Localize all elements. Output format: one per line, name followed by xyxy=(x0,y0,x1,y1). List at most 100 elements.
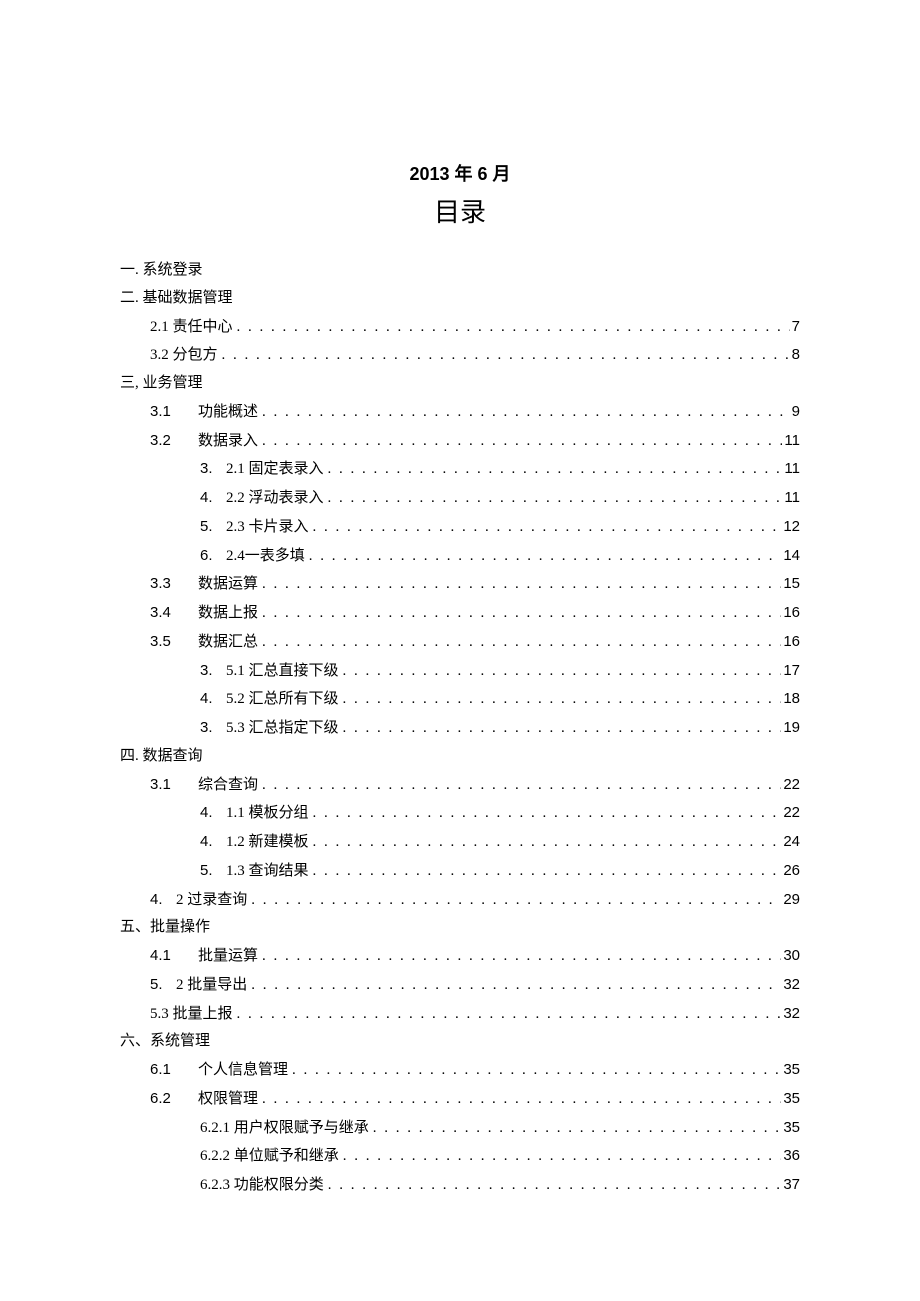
toc-entry: 3.4数据上报 16 xyxy=(120,599,800,628)
toc-entry-number: 6.2 xyxy=(150,1085,198,1113)
toc-entry: 5.3 批量上报32 xyxy=(120,1000,800,1029)
toc-entry-number: 5. xyxy=(200,857,226,885)
toc-entry: 3.2数据录入11 xyxy=(120,427,800,456)
toc-entry: 5.2.3 卡片录入12 xyxy=(120,513,800,542)
toc-entry-label: 3.2 分包方 xyxy=(150,342,218,370)
toc-entry-label: 四. 数据查询 xyxy=(120,743,203,771)
toc-entry: 3.2.1 固定表录入 11 xyxy=(120,455,800,484)
toc-entry-label: 6.2.3 功能权限分类 xyxy=(200,1172,324,1200)
toc-entry-label: 批量运算 xyxy=(198,943,258,971)
toc-entry-label: 5.3 汇总指定下级 xyxy=(226,715,339,743)
toc-entry: 4.1批量运算 30 xyxy=(120,942,800,971)
toc-leader-dots xyxy=(288,1057,781,1085)
toc-entry-label: 2.1 固定表录入 xyxy=(226,456,324,484)
toc-entry: 6.2.1 用户权限赋予与继承35 xyxy=(120,1114,800,1143)
toc-entry-page: 19 xyxy=(781,714,800,742)
toc-entry-number: 3.4 xyxy=(150,599,198,627)
toc-entry: 三, 业务管理 xyxy=(120,370,800,398)
toc-leader-dots xyxy=(324,456,783,484)
toc-entry: 4.1.1 模板分组22 xyxy=(120,799,800,828)
toc-entry-number: 3.1 xyxy=(150,771,198,799)
toc-leader-dots xyxy=(218,342,790,370)
header: 2013 年 6 月 目录 xyxy=(120,160,800,229)
toc-entry-page: 37 xyxy=(781,1171,800,1199)
toc-leader-dots xyxy=(233,314,790,342)
toc-leader-dots xyxy=(309,800,782,828)
toc-entry-label: 1.3 查询结果 xyxy=(226,858,309,886)
toc-entry-page: 16 xyxy=(781,628,800,656)
toc-entry: 5.2 批量导出32 xyxy=(120,971,800,1000)
toc-entry-label: 5.3 批量上报 xyxy=(150,1001,233,1029)
toc-leader-dots xyxy=(309,514,782,542)
toc-leader-dots xyxy=(324,1172,782,1200)
toc-leader-dots xyxy=(247,972,781,1000)
toc-entry-number: 3.1 xyxy=(150,398,198,426)
toc-entry-label: 2 过录查询 xyxy=(176,887,247,915)
toc-entry: 6.2.2 单位赋予和继承36 xyxy=(120,1142,800,1171)
toc-entry: 3.2 分包方 8 xyxy=(120,341,800,370)
toc-entry: 二. 基础数据管理 xyxy=(120,285,800,313)
toc-leader-dots xyxy=(258,571,781,599)
toc-entry-label: 2 批量导出 xyxy=(176,972,247,1000)
toc-entry-page: 7 xyxy=(790,313,800,341)
toc-entry-label: 6.2.1 用户权限赋予与继承 xyxy=(200,1115,369,1143)
toc-entry: 4.2 过录查询29 xyxy=(120,886,800,915)
toc-leader-dots xyxy=(258,629,781,657)
toc-entry-page: 24 xyxy=(781,828,800,856)
toc-entry-number: 4. xyxy=(200,828,226,856)
toc-leader-dots xyxy=(369,1115,782,1143)
toc-entry-page: 16 xyxy=(781,599,800,627)
toc-entry-page: 12 xyxy=(781,513,800,541)
toc-entry-label: 个人信息管理 xyxy=(198,1057,288,1085)
toc-leader-dots xyxy=(258,1086,781,1114)
toc-entry-label: 数据上报 xyxy=(198,600,258,628)
toc-entry-number: 3.5 xyxy=(150,628,198,656)
toc-entry-label: 二. 基础数据管理 xyxy=(120,285,233,313)
toc-entry-label: 数据运算 xyxy=(198,571,258,599)
toc-entry-page: 35 xyxy=(781,1085,800,1113)
toc-entry-number: 5. xyxy=(200,513,226,541)
toc-entry-page: 36 xyxy=(781,1142,800,1170)
toc-entry-page: 11 xyxy=(782,484,800,512)
toc-entry-number: 6. xyxy=(200,542,226,570)
toc-entry: 4.2.2 浮动表录入11 xyxy=(120,484,800,513)
toc-entry-label: 数据汇总 xyxy=(198,629,258,657)
toc-entry-label: 2.1 责任中心 xyxy=(150,314,233,342)
toc-entry-number: 3.3 xyxy=(150,570,198,598)
document-title: 目录 xyxy=(120,192,800,229)
toc-entry-number: 6.1 xyxy=(150,1056,198,1084)
toc-entry-number: 3. xyxy=(200,455,226,483)
toc-entry-number: 4. xyxy=(200,799,226,827)
toc-entry-label: 5.1 汇总直接下级 xyxy=(226,658,339,686)
toc-entry-page: 15 xyxy=(781,570,800,598)
toc-leader-dots xyxy=(309,858,782,886)
toc-entry-page: 30 xyxy=(781,942,800,970)
toc-entry-label: 五、批量操作 xyxy=(120,914,210,942)
toc-entry-page: 26 xyxy=(781,857,800,885)
toc-leader-dots xyxy=(258,428,782,456)
toc-entry-page: 9 xyxy=(790,398,800,426)
toc-entry-label: 1.2 新建模板 xyxy=(226,829,309,857)
toc-leader-dots xyxy=(258,772,781,800)
toc-entry-number: 4. xyxy=(200,685,226,713)
toc-entry-page: 11 xyxy=(782,455,800,483)
toc-entry: 2.1 责任中心 7 xyxy=(120,313,800,342)
toc-entry-number: 4.1 xyxy=(150,942,198,970)
toc-entry: 4.5.2 汇总所有下级 18 xyxy=(120,685,800,714)
toc-entry-page: 8 xyxy=(790,341,800,369)
toc-entry: 六、系统管理 xyxy=(120,1028,800,1056)
toc-entry: 3.5.1 汇总直接下级17 xyxy=(120,657,800,686)
toc-entry-label: 2.4一表多填 xyxy=(226,543,305,571)
toc-entry: 3.1综合查询22 xyxy=(120,771,800,800)
toc-entry-page: 18 xyxy=(781,685,800,713)
toc-entry-label: 5.2 汇总所有下级 xyxy=(226,686,339,714)
toc-entry-page: 29 xyxy=(781,886,800,914)
toc-entry-page: 11 xyxy=(782,427,800,455)
table-of-contents: 一. 系统登录二. 基础数据管理2.1 责任中心73.2 分包方8三, 业务管理… xyxy=(120,257,800,1200)
toc-entry-page: 22 xyxy=(781,771,800,799)
toc-entry: 4.1.2 新建模板 24 xyxy=(120,828,800,857)
toc-entry-label: 数据录入 xyxy=(198,428,258,456)
toc-leader-dots xyxy=(339,686,782,714)
toc-entry-number: 5. xyxy=(150,971,176,999)
toc-leader-dots xyxy=(309,829,782,857)
